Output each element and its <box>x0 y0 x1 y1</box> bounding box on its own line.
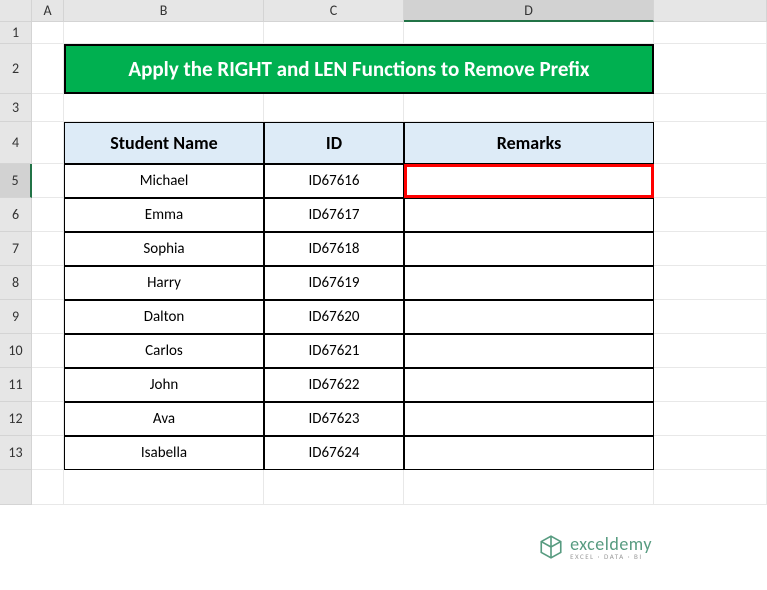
col-header-D[interactable]: D <box>404 0 654 22</box>
cell-A3[interactable] <box>32 94 64 122</box>
col-header-extra[interactable] <box>654 0 767 22</box>
cell-remarks-10[interactable] <box>404 334 654 368</box>
cell-D14[interactable] <box>404 470 654 505</box>
cell-name-5[interactable]: Michael <box>64 164 264 198</box>
cell-A9[interactable] <box>32 300 64 334</box>
cell-name-9[interactable]: Dalton <box>64 300 264 334</box>
cell-name-10[interactable]: Carlos <box>64 334 264 368</box>
cell-E9[interactable] <box>654 300 767 334</box>
watermark-main: exceldemy <box>570 535 652 553</box>
cell-E8[interactable] <box>654 266 767 300</box>
cell-remarks-11[interactable] <box>404 368 654 402</box>
cell-E6[interactable] <box>654 198 767 232</box>
cell-E13[interactable] <box>654 436 767 470</box>
header-student-name[interactable]: Student Name <box>64 122 264 164</box>
cell-remarks-5[interactable] <box>404 164 654 198</box>
cell-A8[interactable] <box>32 266 64 300</box>
spreadsheet-grid: A B C D 1 2 Apply the RIGHT and LEN Func… <box>0 0 767 505</box>
cell-A5[interactable] <box>32 164 64 198</box>
cell-id-11[interactable]: ID67622 <box>264 368 404 402</box>
cell-D1[interactable] <box>404 22 654 44</box>
cell-D3[interactable] <box>404 94 654 122</box>
row-header-6[interactable]: 6 <box>0 198 32 232</box>
header-remarks[interactable]: Remarks <box>404 122 654 164</box>
cell-name-6[interactable]: Emma <box>64 198 264 232</box>
cell-id-7[interactable]: ID67618 <box>264 232 404 266</box>
cell-E14[interactable] <box>654 470 767 505</box>
cell-B14[interactable] <box>64 470 264 505</box>
row-header-14[interactable] <box>0 470 32 505</box>
cell-E1[interactable] <box>654 22 767 44</box>
cell-id-6[interactable]: ID67617 <box>264 198 404 232</box>
cell-remarks-6[interactable] <box>404 198 654 232</box>
cell-remarks-9[interactable] <box>404 300 654 334</box>
cell-A13[interactable] <box>32 436 64 470</box>
cell-B1[interactable] <box>64 22 264 44</box>
cell-remarks-8[interactable] <box>404 266 654 300</box>
cell-name-13[interactable]: Isabella <box>64 436 264 470</box>
cell-A6[interactable] <box>32 198 64 232</box>
cell-E11[interactable] <box>654 368 767 402</box>
col-header-A[interactable]: A <box>32 0 64 22</box>
cell-id-8[interactable]: ID67619 <box>264 266 404 300</box>
cell-B3[interactable] <box>64 94 264 122</box>
cell-A2[interactable] <box>32 44 64 94</box>
cell-id-9[interactable]: ID67620 <box>264 300 404 334</box>
cell-C1[interactable] <box>264 22 404 44</box>
cell-name-7[interactable]: Sophia <box>64 232 264 266</box>
cell-E2[interactable] <box>654 44 767 94</box>
cell-C14[interactable] <box>264 470 404 505</box>
cell-name-11[interactable]: John <box>64 368 264 402</box>
row-header-12[interactable]: 12 <box>0 402 32 436</box>
cell-A12[interactable] <box>32 402 64 436</box>
cell-id-13[interactable]: ID67624 <box>264 436 404 470</box>
cell-E10[interactable] <box>654 334 767 368</box>
cell-remarks-12[interactable] <box>404 402 654 436</box>
row-header-13[interactable]: 13 <box>0 436 32 470</box>
row-header-8[interactable]: 8 <box>0 266 32 300</box>
cell-A1[interactable] <box>32 22 64 44</box>
cell-A4[interactable] <box>32 122 64 164</box>
title-banner[interactable]: Apply the RIGHT and LEN Functions to Rem… <box>64 44 654 94</box>
cell-remarks-7[interactable] <box>404 232 654 266</box>
cell-A7[interactable] <box>32 232 64 266</box>
row-header-3[interactable]: 3 <box>0 94 32 122</box>
header-id[interactable]: ID <box>264 122 404 164</box>
cell-A10[interactable] <box>32 334 64 368</box>
cell-name-12[interactable]: Ava <box>64 402 264 436</box>
watermark: exceldemy EXCEL · DATA · BI <box>538 534 652 560</box>
cell-C3[interactable] <box>264 94 404 122</box>
cell-E7[interactable] <box>654 232 767 266</box>
watermark-text: exceldemy EXCEL · DATA · BI <box>570 535 652 560</box>
cell-E3[interactable] <box>654 94 767 122</box>
cell-name-8[interactable]: Harry <box>64 266 264 300</box>
cell-remarks-13[interactable] <box>404 436 654 470</box>
row-header-4[interactable]: 4 <box>0 122 32 164</box>
row-header-2[interactable]: 2 <box>0 44 32 94</box>
row-header-1[interactable]: 1 <box>0 22 32 44</box>
row-header-5[interactable]: 5 <box>0 164 32 198</box>
cell-A14[interactable] <box>32 470 64 505</box>
watermark-sub: EXCEL · DATA · BI <box>570 553 652 560</box>
col-header-C[interactable]: C <box>264 0 404 22</box>
cube-icon <box>538 534 564 560</box>
cell-id-12[interactable]: ID67623 <box>264 402 404 436</box>
row-header-7[interactable]: 7 <box>0 232 32 266</box>
cell-id-5[interactable]: ID67616 <box>264 164 404 198</box>
row-header-11[interactable]: 11 <box>0 368 32 402</box>
cell-E12[interactable] <box>654 402 767 436</box>
col-header-B[interactable]: B <box>64 0 264 22</box>
select-all-corner[interactable] <box>0 0 32 22</box>
row-header-10[interactable]: 10 <box>0 334 32 368</box>
cell-E4[interactable] <box>654 122 767 164</box>
row-header-9[interactable]: 9 <box>0 300 32 334</box>
cell-id-10[interactable]: ID67621 <box>264 334 404 368</box>
cell-A11[interactable] <box>32 368 64 402</box>
cell-E5[interactable] <box>654 164 767 198</box>
